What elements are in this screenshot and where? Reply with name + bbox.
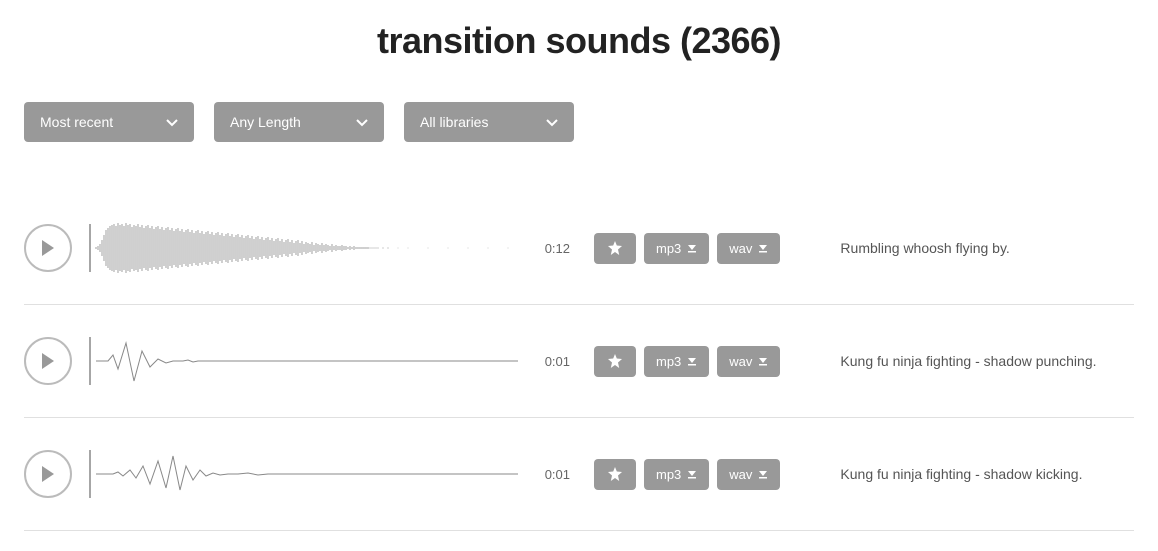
library-filter-label: All libraries	[420, 114, 488, 130]
favorite-button[interactable]	[594, 233, 636, 264]
star-icon	[608, 467, 622, 481]
download-wav-button[interactable]: wav	[717, 233, 780, 264]
chevron-down-icon	[546, 114, 558, 130]
download-icon	[687, 356, 697, 366]
wav-label: wav	[729, 241, 752, 256]
library-filter[interactable]: All libraries	[404, 102, 574, 142]
sound-list: 0:12 mp3 wav Rumbling whoosh flying by.	[24, 192, 1134, 531]
mp3-label: mp3	[656, 354, 681, 369]
favorite-button[interactable]	[594, 459, 636, 490]
action-buttons: mp3 wav	[594, 233, 780, 264]
sound-row: 0:01 mp3 wav Kung fu ninja fighting - sh…	[24, 305, 1134, 418]
waveform[interactable]	[88, 333, 518, 389]
play-icon	[40, 239, 56, 257]
download-wav-button[interactable]: wav	[717, 459, 780, 490]
star-icon	[608, 354, 622, 368]
star-icon	[608, 241, 622, 255]
mp3-label: mp3	[656, 467, 681, 482]
wav-label: wav	[729, 467, 752, 482]
length-filter-label: Any Length	[230, 114, 301, 130]
page-title: transition sounds (2366)	[24, 20, 1134, 62]
waveform[interactable]	[88, 220, 518, 276]
sound-row: 0:12 mp3 wav Rumbling whoosh flying by.	[24, 192, 1134, 305]
duration: 0:12	[530, 241, 570, 256]
download-icon	[758, 243, 768, 253]
sound-row: 0:01 mp3 wav Kung fu ninja fighting - sh…	[24, 418, 1134, 531]
favorite-button[interactable]	[594, 346, 636, 377]
wav-label: wav	[729, 354, 752, 369]
sort-filter[interactable]: Most recent	[24, 102, 194, 142]
download-wav-button[interactable]: wav	[717, 346, 780, 377]
play-icon	[40, 352, 56, 370]
duration: 0:01	[530, 467, 570, 482]
duration: 0:01	[530, 354, 570, 369]
action-buttons: mp3 wav	[594, 346, 780, 377]
waveform[interactable]	[88, 446, 518, 502]
download-icon	[687, 243, 697, 253]
action-buttons: mp3 wav	[594, 459, 780, 490]
play-button[interactable]	[24, 224, 72, 272]
download-mp3-button[interactable]: mp3	[644, 346, 709, 377]
play-icon	[40, 465, 56, 483]
sound-description: Rumbling whoosh flying by.	[840, 240, 1134, 256]
download-icon	[758, 469, 768, 479]
sound-description: Kung fu ninja fighting - shadow kicking.	[840, 466, 1134, 482]
download-icon	[687, 469, 697, 479]
play-button[interactable]	[24, 450, 72, 498]
chevron-down-icon	[356, 114, 368, 130]
mp3-label: mp3	[656, 241, 681, 256]
sound-description: Kung fu ninja fighting - shadow punching…	[840, 353, 1134, 369]
download-mp3-button[interactable]: mp3	[644, 233, 709, 264]
sort-filter-label: Most recent	[40, 114, 113, 130]
play-button[interactable]	[24, 337, 72, 385]
filter-bar: Most recent Any Length All libraries	[24, 102, 1134, 142]
length-filter[interactable]: Any Length	[214, 102, 384, 142]
download-mp3-button[interactable]: mp3	[644, 459, 709, 490]
chevron-down-icon	[166, 114, 178, 130]
download-icon	[758, 356, 768, 366]
